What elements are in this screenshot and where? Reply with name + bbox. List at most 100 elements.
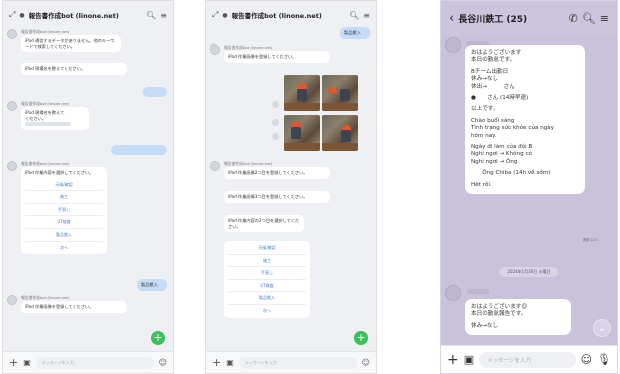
image-placeholder [272,119,279,126]
chat-screen-2: ⤢ ● 報告書作成bot (linone.net) 🔍︎ ≡ 製品搬入 報告書作… [205,0,377,374]
chat-header: ⤢ ● 報告書作成bot (linone.net) 🔍︎ ≡ [3,1,173,29]
message-line: 休出→ さん [471,83,515,90]
sent-bubble [111,145,167,155]
option-2[interactable]: 手直し [228,266,306,279]
scroll-down-button[interactable]: ⌄ [593,319,611,337]
message-line: 休み→なし [471,76,499,83]
message-line: 本日の勤怠です。 [471,57,516,64]
option-bubble: iPad 作業内容を選択してください。 天候/確認 施工 手直し UT検査 製品… [21,167,107,255]
message-line: ● さん (14時早退) [471,95,529,102]
option-0[interactable]: 天候/確認 [25,179,103,191]
option-4[interactable]: 製品搬入 [25,227,103,241]
search-icon[interactable]: 🔍︎ [349,11,359,20]
option-bubble: 天候/確認 施工 手直し UT検査 製品搬入 次へ [224,241,310,318]
search-icon[interactable]: 🔍︎ [582,12,596,25]
image-icon[interactable]: ▣ [226,358,234,367]
input-bar: + ▣ メッセージを入力 ☺ [206,351,376,373]
avatar [7,295,17,305]
message-text: iPad 作業画像2つ目を登録してください。 [228,170,308,175]
sender-name [467,289,489,295]
message-line: 本日の勤怠報告です。 [471,311,527,318]
chat-screen-1: ⤢ ● 報告書作成bot (linone.net) 🔍︎ ≡ 報告書作成bot … [2,0,174,374]
message-input[interactable]: メッセージを入力 [238,356,357,369]
message-bubble: iPad 現場名を教えてください。 [21,63,127,75]
option-1[interactable]: 施工 [25,190,103,203]
emoji-icon[interactable]: ☺ [362,358,370,367]
message-text: iPad 現場名を教えてください。 [25,66,85,71]
date-separator: 2024年1月30日 火曜日 [499,267,559,277]
message-list[interactable]: おはようございます 本日の勤怠です。 Bチーム出勤日 休み→なし 休出→ さん ● さ… [441,35,617,345]
chat-header: ‹ 長谷川鉄工 (25) ✆ 🔍︎ ≡ [441,1,617,35]
message-text: iPad 作業画像を登録してください。 [228,54,297,59]
avatar [210,161,220,171]
menu-icon[interactable]: ≡ [600,12,609,25]
image-icon[interactable]: ▣ [464,353,474,366]
sent-bubble [143,87,167,97]
redacted-text [25,121,71,127]
input-bar: + ▣ メッセージを入力 ☺ 🎙︎ [441,345,617,373]
message-input[interactable]: メッセージを入力 [35,356,154,369]
option-4[interactable]: 製品搬入 [228,291,306,304]
chat-title: 長谷川鉄工 (25) [458,14,528,25]
sent-bubble: 製品搬入 [137,279,167,291]
option-0[interactable]: 天候/確認 [228,242,306,254]
avatar [7,101,17,111]
back-icon[interactable]: ‹ [449,11,454,26]
chat-title: 報告書作成bot (linone.net) [28,12,119,20]
option-3[interactable]: UT検査 [25,215,103,228]
image-icon[interactable]: ▣ [23,358,31,367]
mic-icon[interactable]: 🎙︎ [597,353,611,366]
emoji-icon[interactable]: ☺ [159,358,167,367]
message-bubble: おはようございます 本日の勤怠です。 Bチーム出勤日 休み→なし 休出→ さん ● さ… [465,45,585,195]
message-list[interactable]: 製品搬入 報告書作成bot (linone.net) iPad 作業画像を登録し… [206,27,376,351]
search-icon[interactable]: 🔍︎ [146,11,156,20]
shield-icon: ● [19,11,25,19]
input-bar: + ▣ メッセージを入力 ☺ [3,351,173,373]
image-placeholder [272,101,279,108]
message-text: iPad 作業内容を選択してください。 [25,170,94,175]
message-line: hôm nay. [471,132,497,139]
emoji-icon[interactable]: ☺ [581,353,592,366]
avatar [7,161,17,171]
photo-thumbnail[interactable] [322,115,358,151]
message-line: 以上です。 [471,106,499,113]
message-line: Tình trạng sức khỏe của ngày [471,125,555,132]
message-text: 製品搬入 [344,30,361,35]
message-text: おはようございます😊 本日の勤怠報告です。 休み→なし [471,304,565,330]
plus-icon[interactable]: + [9,356,18,369]
chat-title: 報告書作成bot (linone.net) [231,12,322,20]
menu-icon[interactable]: ≡ [363,11,370,20]
message-bubble: iPad 作業画像を登録してください。 [224,51,330,63]
message-text: ください。 [25,115,46,121]
menu-icon[interactable]: ≡ [160,11,167,20]
avatar [445,37,461,53]
option-1[interactable]: 施工 [228,253,306,267]
option-3[interactable]: UT検査 [228,278,306,292]
read-status: 既読 22人 [583,238,598,242]
photo-thumbnail[interactable] [322,75,358,111]
message-line: Nghỉ ngơi → Không có [471,151,532,158]
option-5[interactable]: 次へ [25,240,103,254]
message-bubble: おはようございます😊 本日の勤怠報告です。 休み→なし [465,299,571,336]
add-button[interactable]: + [151,331,165,345]
option-2[interactable]: 手直し [25,202,103,216]
chat-header: ⤢ ● 報告書作成bot (linone.net) 🔍︎ ≡ [206,1,376,29]
message-bubble: iPad 通信するデータがありません。他のキーワードで検索してください。 [21,35,121,53]
expand-icon[interactable]: ⤢ [9,10,15,20]
message-bubble: iPad 現場名を教えて ください。 [21,107,89,130]
phone-icon[interactable]: ✆ [569,12,578,25]
message-bubble: iPad 作業画像3つ目を登録してください。 [224,191,330,203]
avatar [210,45,220,55]
message-list[interactable]: 報告書作成bot (linone.net) iPad 通信するデータがありません… [3,29,173,351]
message-input[interactable]: メッセージを入力 [479,351,576,368]
expand-icon[interactable]: ⤢ [212,10,218,20]
photo-thumbnail[interactable] [284,75,320,111]
image-placeholder [272,133,279,140]
message-text: おはようございます 本日の勤怠です。 Bチーム出勤日 休み→なし 休出→ さん ● さ… [471,50,579,189]
message-line: Hết rồi. [471,181,492,188]
photo-thumbnail[interactable] [284,115,320,151]
plus-icon[interactable]: + [212,356,221,369]
option-5[interactable]: 次へ [228,303,306,317]
plus-icon[interactable]: + [447,352,459,368]
add-button[interactable]: + [354,331,368,345]
